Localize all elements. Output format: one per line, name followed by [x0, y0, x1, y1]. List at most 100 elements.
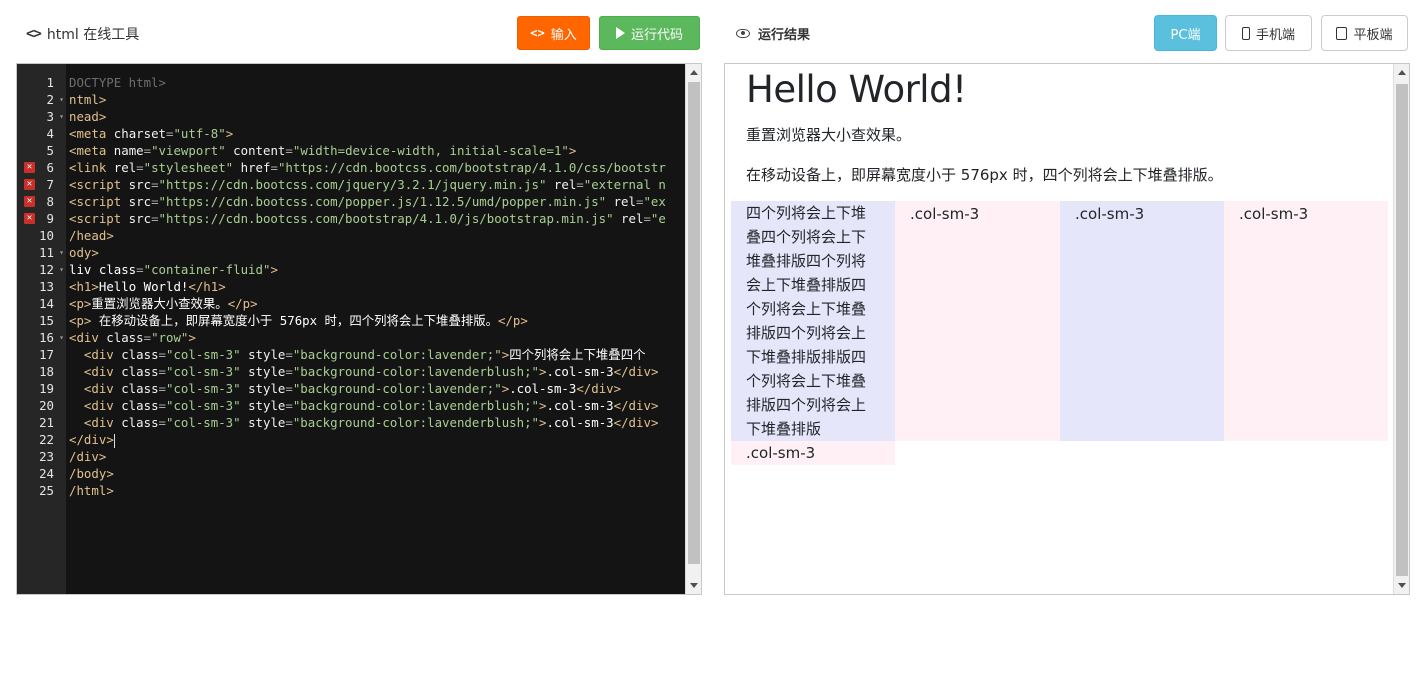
phone-icon	[1241, 26, 1250, 40]
preview-paragraph-1: 重置浏览器大小查效果。	[746, 126, 912, 144]
line-number-text: 4	[46, 126, 54, 141]
code-line[interactable]: liv class="container-fluid">	[69, 261, 278, 278]
code-line[interactable]: <link rel="stylesheet" href="https://cdn…	[69, 159, 666, 176]
line-number-text: 12	[39, 262, 54, 277]
code-line[interactable]: <h1>Hello World!</h1>	[69, 278, 226, 295]
scroll-thumb[interactable]	[688, 82, 700, 564]
code-editor[interactable]: 1 2 ▾ 3 ▾ 4 5 6 ✕ 7 ✕ 8 ✕ 9 ✕ 10 11 ▾ 12 ▾ 13 14 15 16 ▾ 17 18 19 20…	[16, 63, 702, 595]
device-tablet-button[interactable]: 平板端	[1321, 15, 1408, 51]
code-line[interactable]: <meta charset="utf-8">	[69, 125, 233, 142]
line-number: 9 ✕	[17, 210, 66, 227]
code-line[interactable]: /head>	[69, 227, 114, 244]
error-icon[interactable]: ✕	[24, 213, 35, 224]
error-icon[interactable]: ✕	[24, 179, 35, 190]
text-cursor	[113, 433, 115, 448]
line-number-text: 11	[39, 245, 54, 260]
line-number-text: 16	[39, 330, 54, 345]
error-icon[interactable]: ✕	[24, 162, 35, 173]
code-line[interactable]: <script src="https://cdn.bootcss.com/jqu…	[69, 176, 666, 193]
scroll-thumb[interactable]	[1396, 84, 1408, 576]
code-line[interactable]: /html>	[69, 482, 114, 499]
line-number: 7 ✕	[17, 176, 66, 193]
code-line[interactable]: ntml>	[69, 91, 106, 108]
line-number-text: 21	[39, 415, 54, 430]
code-line[interactable]: </div>	[69, 431, 115, 448]
column-label: .col-sm-3	[910, 205, 980, 223]
code-line[interactable]: ody>	[69, 244, 99, 261]
line-number-text: 14	[39, 296, 54, 311]
code-line[interactable]: /body>	[69, 465, 114, 482]
code-line[interactable]: <p>重置浏览器大小查效果。</p>	[69, 295, 258, 312]
line-number: 13	[17, 278, 66, 295]
editor-header: <> html 在线工具 <> 输入 运行代码	[0, 0, 712, 64]
line-number-text: 1	[46, 75, 54, 90]
code-line[interactable]: <div class="row">	[69, 329, 196, 346]
fold-arrow-icon[interactable]: ▾	[59, 91, 64, 108]
code-line[interactable]: nead>	[69, 108, 106, 125]
preview-scrollbar[interactable]	[1393, 64, 1409, 594]
line-number-text: 19	[39, 381, 54, 396]
result-preview[interactable]: Hello World! 重置浏览器大小查效果。 在移动设备上，即屏幕宽度小于 …	[724, 63, 1410, 595]
line-number-text: 20	[39, 398, 54, 413]
tablet-icon	[1336, 26, 1348, 40]
column-text-line: 会上下堆叠排版四	[746, 276, 867, 294]
line-number: 2 ▾	[17, 91, 66, 108]
column-text-line: 四个列将会上下堆	[746, 204, 867, 222]
line-number: 4	[17, 125, 66, 142]
editor-scrollbar[interactable]	[685, 64, 701, 594]
line-number-text: 8	[46, 194, 54, 209]
line-number: 24	[17, 465, 66, 482]
line-number-text: 9	[46, 211, 54, 226]
code-line[interactable]: /div>	[69, 448, 106, 465]
scroll-down-arrow-icon[interactable]	[1398, 583, 1406, 588]
code-line[interactable]: <div class="col-sm-3" style="background-…	[69, 346, 646, 363]
scroll-down-arrow-icon[interactable]	[690, 583, 698, 588]
code-line[interactable]: <div class="col-sm-3" style="background-…	[69, 380, 621, 397]
error-icon[interactable]: ✕	[24, 196, 35, 207]
code-line[interactable]: <div class="col-sm-3" style="background-…	[69, 363, 659, 380]
preview-column-3: .col-sm-3	[1060, 201, 1224, 441]
preview-column-4: .col-sm-3	[1224, 201, 1388, 441]
code-line[interactable]: <div class="col-sm-3" style="background-…	[69, 397, 659, 414]
line-number: 22	[17, 431, 66, 448]
line-number: 16 ▾	[17, 329, 66, 346]
preview-column-2: .col-sm-3	[895, 201, 1060, 441]
column-text-line: 堆叠排版四个列将	[746, 252, 867, 270]
line-number: 8 ✕	[17, 193, 66, 210]
fold-arrow-icon[interactable]: ▾	[59, 244, 64, 261]
line-number-text: 7	[46, 177, 54, 192]
column-label: .col-sm-3	[1075, 205, 1145, 223]
input-button[interactable]: <> 输入	[517, 16, 590, 50]
fold-arrow-icon[interactable]: ▾	[59, 329, 64, 346]
line-number-text: 18	[39, 364, 54, 379]
preview-heading: Hello World!	[746, 68, 967, 111]
code-line[interactable]: <div class="col-sm-3" style="background-…	[69, 414, 659, 431]
line-number: 3 ▾	[17, 108, 66, 125]
code-icon: <>	[530, 26, 545, 40]
device-phone-button[interactable]: 手机端	[1225, 15, 1312, 51]
result-title-label: 运行结果	[758, 28, 811, 43]
code-line[interactable]: <p> 在移动设备上，即屏幕宽度小于 576px 时，四个列将会上下堆叠排版。<…	[69, 312, 528, 329]
fold-arrow-icon[interactable]: ▾	[59, 261, 64, 278]
column-text-line: 下堆叠排版排版四	[746, 348, 867, 366]
fold-arrow-icon[interactable]: ▾	[59, 108, 64, 125]
code-line[interactable]: <script src="https://cdn.bootcss.com/boo…	[69, 210, 666, 227]
preview-column-1: 四个列将会上下堆 叠四个列将会上下 堆叠排版四个列将 会上下堆叠排版四 个列将会上下堆叠…	[731, 201, 895, 441]
input-button-label: 输入	[550, 27, 577, 43]
line-number-text: 6	[46, 160, 54, 175]
scroll-up-arrow-icon[interactable]	[1398, 70, 1406, 75]
line-gutter: 1 2 ▾ 3 ▾ 4 5 6 ✕ 7 ✕ 8 ✕ 9 ✕ 10 11 ▾ 12 ▾ 13 14 15 16 ▾ 17 18 19 20…	[17, 64, 66, 594]
scroll-up-arrow-icon[interactable]	[690, 70, 698, 75]
code-line[interactable]: DOCTYPE html>	[69, 74, 166, 91]
line-number: 20	[17, 397, 66, 414]
device-pc-button[interactable]: PC端	[1154, 15, 1217, 51]
code-icon: <>	[26, 26, 42, 42]
code-line[interactable]: <script src="https://cdn.bootcss.com/pop…	[69, 193, 666, 210]
line-number: 5	[17, 142, 66, 159]
preview-column-5: .col-sm-3	[731, 441, 895, 465]
code-text-area[interactable]: DOCTYPE html> ntml> nead> <meta charset="ut…	[66, 64, 686, 594]
run-code-button[interactable]: 运行代码	[599, 16, 700, 50]
code-line[interactable]: <meta name="viewport" content="width=dev…	[69, 142, 576, 159]
line-number-text: 3	[46, 109, 54, 124]
tool-title-label: html 在线工具	[46, 27, 140, 43]
